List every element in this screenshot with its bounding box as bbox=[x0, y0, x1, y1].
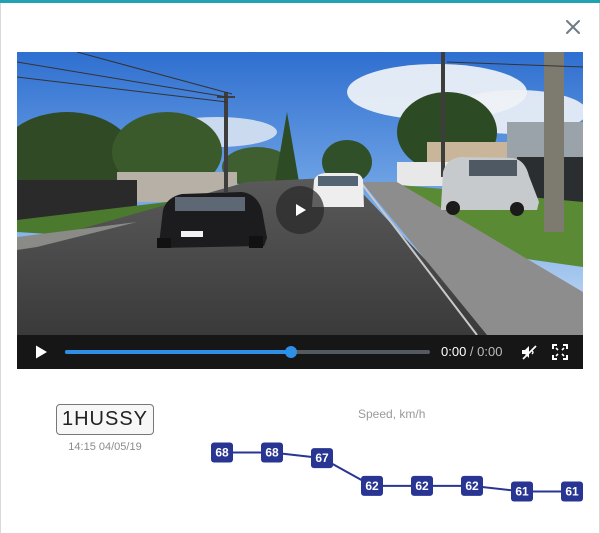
progress-bar[interactable] bbox=[65, 346, 430, 358]
duration: 0:00 bbox=[477, 344, 503, 359]
speed-point: 68 bbox=[261, 442, 283, 463]
capture-timestamp: 14:15 04/05/19 bbox=[68, 441, 142, 453]
speed-point-label: 67 bbox=[315, 451, 329, 465]
speed-chart-title: Speed, km/h bbox=[358, 407, 426, 421]
speed-point: 67 bbox=[311, 448, 333, 469]
speed-point-label: 62 bbox=[415, 479, 429, 493]
speed-point-label: 62 bbox=[365, 479, 379, 493]
speed-chart: 68 68 67 62 62 62 61 61 bbox=[211, 442, 583, 502]
speed-point-label: 61 bbox=[515, 484, 529, 498]
video-player[interactable]: 0:00 / 0:00 bbox=[17, 52, 583, 369]
play-icon bbox=[296, 204, 306, 216]
modal-accent-bar bbox=[0, 0, 600, 3]
mute-button[interactable] bbox=[520, 343, 538, 361]
play-icon bbox=[36, 345, 47, 359]
progress-fill bbox=[65, 350, 292, 354]
big-play-button[interactable] bbox=[276, 186, 324, 234]
time-separator: / bbox=[466, 344, 478, 359]
speed-point-label: 62 bbox=[465, 479, 479, 493]
progress-handle[interactable] bbox=[285, 346, 298, 358]
speed-point: 68 bbox=[211, 442, 233, 463]
modal-border-left bbox=[0, 3, 1, 533]
speed-point-label: 61 bbox=[565, 484, 579, 498]
speed-point: 61 bbox=[561, 481, 583, 502]
speed-point: 61 bbox=[511, 481, 533, 502]
mute-icon bbox=[522, 345, 537, 360]
close-icon bbox=[566, 20, 580, 34]
speed-point-label: 68 bbox=[265, 446, 279, 460]
current-time: 0:00 bbox=[441, 344, 467, 359]
fullscreen-button[interactable] bbox=[551, 343, 569, 361]
time-readout: 0:00 / 0:00 bbox=[441, 344, 502, 359]
speed-point: 62 bbox=[461, 475, 483, 496]
speed-point: 62 bbox=[411, 475, 433, 496]
fullscreen-icon bbox=[552, 344, 568, 360]
speed-point: 62 bbox=[361, 475, 383, 496]
player-controls: 0:00 / 0:00 bbox=[17, 335, 583, 369]
close-button[interactable] bbox=[560, 14, 586, 40]
license-plate: 1HUSSY bbox=[56, 404, 154, 435]
speed-point-label: 68 bbox=[215, 446, 229, 460]
play-button[interactable] bbox=[33, 344, 49, 360]
